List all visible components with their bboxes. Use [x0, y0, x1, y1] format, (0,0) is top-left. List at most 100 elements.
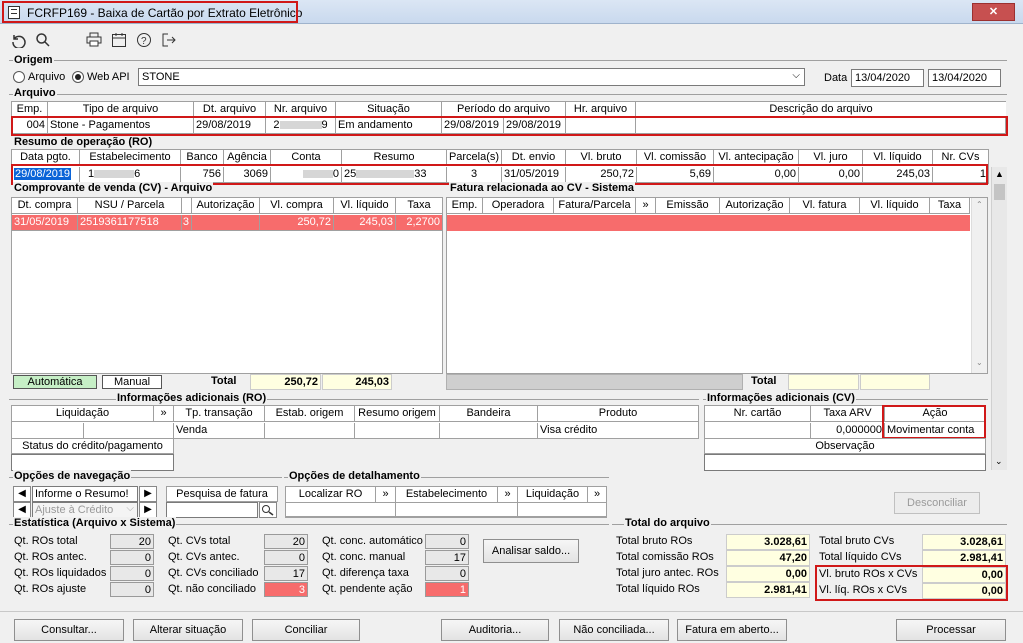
resumo-cell-antecipacao[interactable]: 0,00	[714, 167, 799, 183]
arquivo-cell-tipo[interactable]: Stone - Pagamentos	[48, 118, 194, 134]
arquivo-cell-dt[interactable]: 29/08/2019	[194, 118, 266, 134]
estabelecimento-expand[interactable]: »	[498, 487, 518, 503]
cv-cell-autorizacao[interactable]	[192, 215, 260, 231]
resumo-cell-estab[interactable]: 16	[80, 167, 181, 183]
cv-cell-dtcompra[interactable]: 31/05/2019	[12, 215, 78, 231]
info-cv-cell-acao[interactable]: Movimentar conta	[885, 423, 985, 439]
fatura-scrollbar[interactable]: ⌃ ⌄	[971, 198, 987, 373]
fatura-scroll-up-icon[interactable]: ⌃	[976, 200, 983, 209]
info-cv-cell-cartao[interactable]	[705, 423, 811, 439]
alterar-situacao-button[interactable]: Alterar situação	[133, 619, 243, 641]
resumo-cell-resumo[interactable]: 25 33	[342, 167, 447, 183]
info-ro-cell-produto[interactable]: Visa crédito	[538, 423, 698, 439]
pesquisa-fatura-input[interactable]	[166, 502, 258, 518]
search-icon[interactable]	[35, 32, 51, 48]
status-credito-field[interactable]	[11, 454, 174, 471]
info-ro-cell-tp[interactable]: Venda	[174, 423, 265, 439]
info-ro-expand-button[interactable]: »	[154, 406, 174, 422]
nav-combo-ajuste-value: Ajuste à Crédito	[35, 504, 114, 516]
info-ro-cell[interactable]	[355, 423, 440, 439]
resumo-cell-nrcvs[interactable]: 1	[933, 167, 988, 183]
automatica-button[interactable]: Automática	[13, 375, 97, 389]
liquidacao-button[interactable]: Liquidação	[518, 487, 588, 503]
help-icon[interactable]: ?	[136, 32, 152, 48]
analisar-saldo-button[interactable]: Analisar saldo...	[483, 539, 579, 563]
scroll-down-icon[interactable]: ⌄	[995, 456, 1003, 467]
fatura-hscrollbar[interactable]	[446, 374, 743, 390]
nav-next2-icon[interactable]: ▶	[139, 502, 157, 518]
consultar-button[interactable]: Consultar...	[14, 619, 124, 641]
arquivo-cell-emp[interactable]: 004	[12, 118, 48, 134]
total-value: 0,00	[922, 567, 1006, 583]
radio-webapi[interactable]	[72, 71, 84, 83]
data-inicio-input[interactable]: 13/04/2020	[851, 69, 924, 87]
arquivo-cell-situacao[interactable]: Em andamento	[336, 118, 442, 134]
info-ro-cell[interactable]	[440, 423, 538, 439]
estabelecimento-button[interactable]: Estabelecimento	[396, 487, 498, 503]
resumo-cell-bruto[interactable]: 250,72	[566, 167, 637, 183]
resumo-cell-agencia[interactable]: 3069	[224, 167, 271, 183]
calendar-icon[interactable]	[111, 32, 127, 48]
resumo-cell-banco[interactable]: 756	[181, 167, 224, 183]
liquidacao-expand[interactable]: »	[588, 487, 606, 503]
resumo-cell-liquido[interactable]: 245,03	[863, 167, 933, 183]
undo-icon[interactable]	[10, 32, 26, 48]
det-cell[interactable]	[396, 503, 518, 517]
info-ro-cell[interactable]	[84, 423, 174, 439]
conciliar-button[interactable]: Conciliar	[252, 619, 360, 641]
manual-button[interactable]: Manual	[102, 375, 162, 389]
data-fim-input[interactable]: 13/04/2020	[928, 69, 1001, 87]
cv-cell-vlcompra[interactable]: 250,72	[260, 215, 334, 231]
fatura-scroll-down-icon[interactable]: ⌄	[976, 358, 983, 367]
det-cell[interactable]	[518, 503, 606, 517]
cv-cell-parcela[interactable]: 3	[182, 215, 192, 231]
resumo-cell-data[interactable]: 29/08/2019	[12, 167, 80, 183]
arquivo-cell-periodo-fim[interactable]: 29/08/2019	[504, 118, 566, 134]
fatura-aberto-button[interactable]: Fatura em aberto...	[677, 619, 787, 641]
resumo-cell-conta[interactable]: 0	[271, 167, 342, 183]
redacted-mark	[302, 170, 333, 179]
nav-combo-resumo[interactable]: Informe o Resumo!	[32, 486, 138, 502]
localizar-ro-button[interactable]: Localizar RO	[286, 487, 376, 503]
det-cell[interactable]	[286, 503, 396, 517]
localizar-ro-expand[interactable]: »	[376, 487, 396, 503]
nav-prev2-icon[interactable]: ◀	[13, 502, 31, 518]
info-cv-cell-taxa[interactable]: 0,000000	[811, 423, 885, 439]
cv-cell-nsu[interactable]: 2519361177518	[78, 215, 182, 231]
data-inicio-value: 13/04/2020	[855, 72, 911, 84]
arquivo-cell-nr[interactable]: 29	[266, 118, 336, 134]
scroll-up-icon[interactable]: ▲	[995, 169, 1004, 179]
observacao-field[interactable]	[704, 454, 986, 471]
exit-icon[interactable]	[161, 32, 177, 48]
vertical-scrollbar[interactable]: ▲ ⌄	[991, 167, 1007, 470]
stat-label: Qt. não conciliado	[168, 583, 257, 595]
arquivo-cell-hr[interactable]	[566, 118, 636, 134]
info-ro-cell[interactable]	[12, 423, 84, 439]
resumo-cell-parcela[interactable]: 3	[447, 167, 502, 183]
nao-conciliada-button[interactable]: Não conciliada...	[559, 619, 669, 641]
arquivo-rule	[9, 94, 1007, 95]
radio-arquivo[interactable]	[13, 71, 25, 83]
arquivo-cell-periodo-ini[interactable]: 29/08/2019	[442, 118, 504, 134]
processar-button[interactable]: Processar	[896, 619, 1006, 641]
origem-select[interactable]: STONE ⌵	[138, 68, 805, 86]
search-icon[interactable]	[259, 502, 277, 518]
nav-next-icon[interactable]: ▶	[139, 486, 157, 502]
desconciliar-button[interactable]: Desconciliar	[894, 492, 980, 514]
nav-combo-ajuste[interactable]: Ajuste à Crédito ⌵	[32, 502, 138, 518]
resumo-cell-juro[interactable]: 0,00	[799, 167, 863, 183]
total-label-item: Total bruto CVs	[819, 535, 895, 547]
print-icon[interactable]	[86, 32, 102, 48]
cv-cell-vlliquido[interactable]: 245,03	[334, 215, 396, 231]
cv-cell-taxa[interactable]: 2,2700	[396, 215, 442, 231]
fatura-expand-button[interactable]: »	[636, 198, 656, 214]
resumo-cell-comissao[interactable]: 5,69	[637, 167, 714, 183]
close-button[interactable]: ✕	[972, 3, 1015, 21]
arquivo-cell-desc[interactable]	[636, 118, 1006, 134]
scroll-thumb[interactable]	[994, 184, 1005, 200]
fatura-row-empty[interactable]	[447, 215, 970, 231]
auditoria-button[interactable]: Auditoria...	[441, 619, 549, 641]
nav-prev-icon[interactable]: ◀	[13, 486, 31, 502]
resumo-cell-envio[interactable]: 31/05/2019	[502, 167, 566, 183]
info-ro-cell[interactable]	[265, 423, 355, 439]
